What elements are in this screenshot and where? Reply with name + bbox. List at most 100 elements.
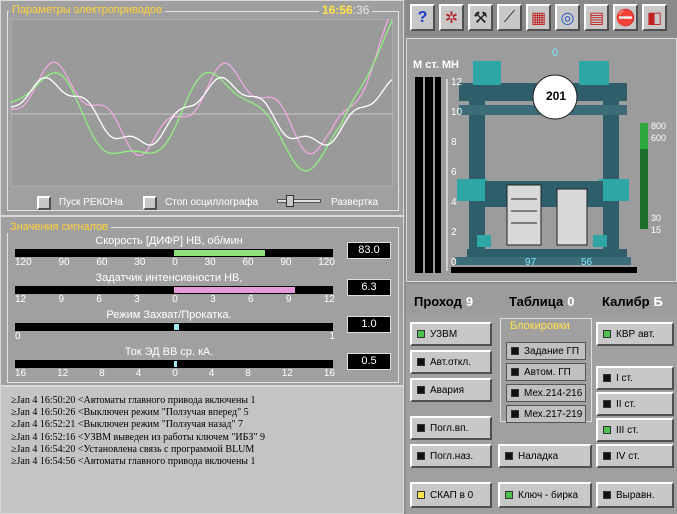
signal-label: Задатчик интенсивности НВ,	[95, 272, 243, 284]
tick-label: 90	[58, 257, 70, 268]
graph-panel: Параметры электроприводов 16:56:36 Пуск …	[0, 0, 404, 216]
tick-label: 9	[58, 294, 65, 305]
tick-label: 0	[172, 257, 178, 268]
status-led	[603, 400, 611, 408]
status-bar: Проход 9 Таблица 0 Калибр Б	[406, 284, 677, 314]
tick-label: 4	[135, 368, 142, 379]
status-led	[417, 386, 425, 394]
signal-ticks: 12 9 6 3 0 3 6 9 12	[15, 294, 335, 305]
mill-stand-diagram	[415, 61, 648, 273]
tick-label: 0	[15, 331, 21, 342]
status-led	[603, 374, 611, 382]
event-log[interactable]: ≥Jan 4 16:50:20 <Автоматы главного приво…	[0, 386, 404, 514]
exit-icon[interactable]: ◧	[642, 4, 667, 31]
graph-title: Параметры электроприводов	[9, 4, 166, 16]
status-led	[417, 330, 425, 338]
signal-scale	[15, 249, 333, 257]
signal-ticks: 120 90 60 30 0 30 60 90 120	[15, 257, 335, 268]
axis-tick: 2	[451, 227, 457, 238]
interlock-item[interactable]: Автом. ГП	[506, 363, 586, 381]
signal-bar	[174, 250, 265, 256]
stand-button[interactable]: II ст.	[596, 392, 674, 416]
scale-tick: 800	[651, 121, 667, 131]
calendar-icon[interactable]: ▤	[584, 4, 609, 31]
signal-scale	[15, 286, 333, 294]
tick-label: 16	[15, 368, 27, 379]
axis-tick: 12	[451, 77, 463, 88]
stand-button[interactable]: КВР авт.	[596, 322, 674, 346]
tick-label: 8	[245, 368, 251, 379]
scale-tick: 600	[651, 133, 667, 143]
scale-tick: 30	[651, 213, 662, 223]
tools-icon[interactable]: ⚒	[468, 4, 493, 31]
sweep-slider-thumb[interactable]	[286, 195, 294, 207]
signal-value: 83.0	[347, 242, 391, 259]
bottom-right-value: 56	[581, 257, 593, 268]
tick-label: 90	[280, 257, 292, 268]
mill-panel: М ст. МН 0 201 12 10 8 6 4 2 0 97 56 800…	[406, 38, 677, 282]
interlock-item[interactable]: Мех.217-219	[506, 405, 586, 423]
toolbar: ? ✲ ⚒ ⟋ ▦ ◎ ▤ ⛔ ◧	[406, 0, 677, 36]
status-led	[603, 491, 611, 499]
tick-label: 16	[323, 368, 335, 379]
help-icon[interactable]: ?	[410, 4, 435, 31]
oscillograph-plot	[11, 19, 393, 187]
status-led	[417, 358, 425, 366]
signal-icon[interactable]: ⟋	[497, 4, 522, 31]
signal-value: 6.3	[347, 279, 391, 296]
tick-label: 120	[318, 257, 335, 268]
signal-ticks: 01	[15, 331, 335, 342]
caliber-status: Калибр Б	[602, 294, 663, 309]
tick-label: 60	[96, 257, 108, 268]
tick-label: 30	[204, 257, 216, 268]
stop-oscillograph-label: Стоп осциллографа	[165, 197, 259, 208]
interlock-item[interactable]: Задание ГП	[506, 342, 586, 360]
tick-label: 12	[323, 294, 335, 305]
axis-tick: 8	[451, 137, 457, 148]
stand-button[interactable]: III ст.	[596, 418, 674, 442]
status-led	[417, 452, 425, 460]
stand-button[interactable]: I ст.	[596, 366, 674, 390]
control-button[interactable]: Авт.откл.	[410, 350, 492, 374]
signal-scale	[15, 323, 333, 331]
control-button[interactable]: Авария	[410, 378, 492, 402]
axis-tick: 10	[451, 107, 463, 118]
axis-tick: 6	[451, 167, 457, 178]
signal-label: Ток ЭД ВВ ср. кА.	[124, 346, 214, 358]
start-recon-checkbox[interactable]	[37, 196, 51, 210]
stop-oscillograph-checkbox[interactable]	[143, 196, 157, 210]
table-icon[interactable]: ▦	[526, 4, 551, 31]
stand-button[interactable]: IV ст.	[596, 444, 674, 468]
sweep-slider[interactable]	[277, 195, 321, 207]
signals-panel: Значения сигналов Скорость [ДИФР] НВ, об…	[0, 216, 404, 386]
network-icon[interactable]: ◎	[555, 4, 580, 31]
log-entry: ≥Jan 4 16:50:26 <Выключен режим "Ползуча…	[11, 407, 249, 419]
signal-bar	[174, 361, 177, 367]
signal-label: Скорость [ДИФР] НВ, об/мин	[95, 235, 243, 247]
tick-label: 0	[172, 294, 178, 305]
sweep-label: Развертка	[331, 197, 379, 208]
bottom-left-value: 97	[525, 257, 537, 268]
status-led	[417, 424, 425, 432]
interlock-item[interactable]: Мех.214-216	[506, 384, 586, 402]
signal-ticks: 16 12 8 4 0 4 8 12 16	[15, 368, 335, 379]
bottom-button[interactable]: Ключ - бирка	[498, 482, 592, 508]
scale-tick: 15	[651, 225, 662, 235]
tick-label: 0	[172, 368, 178, 379]
trend-icon[interactable]: ✲	[439, 4, 464, 31]
stop-icon[interactable]: ⛔	[613, 4, 638, 31]
tick-label: 30	[134, 257, 146, 268]
control-button[interactable]: Погл.вп.	[410, 416, 492, 440]
status-led	[511, 347, 519, 355]
signal-value: 1.0	[347, 316, 391, 333]
bottom-button[interactable]: СКАП в 0	[410, 482, 492, 508]
control-button[interactable]: УЗВМ	[410, 322, 492, 346]
log-entry: ≥Jan 4 16:50:20 <Автоматы главного приво…	[11, 395, 256, 406]
tick-label: 8	[99, 368, 105, 379]
bottom-button[interactable]: Выравн.	[596, 482, 674, 508]
adjust-button[interactable]: Наладка	[498, 444, 592, 468]
table-status: Таблица 0	[509, 294, 575, 309]
signal-bar	[174, 324, 179, 330]
control-button[interactable]: Погл.наз.	[410, 444, 492, 468]
status-led	[417, 491, 425, 499]
